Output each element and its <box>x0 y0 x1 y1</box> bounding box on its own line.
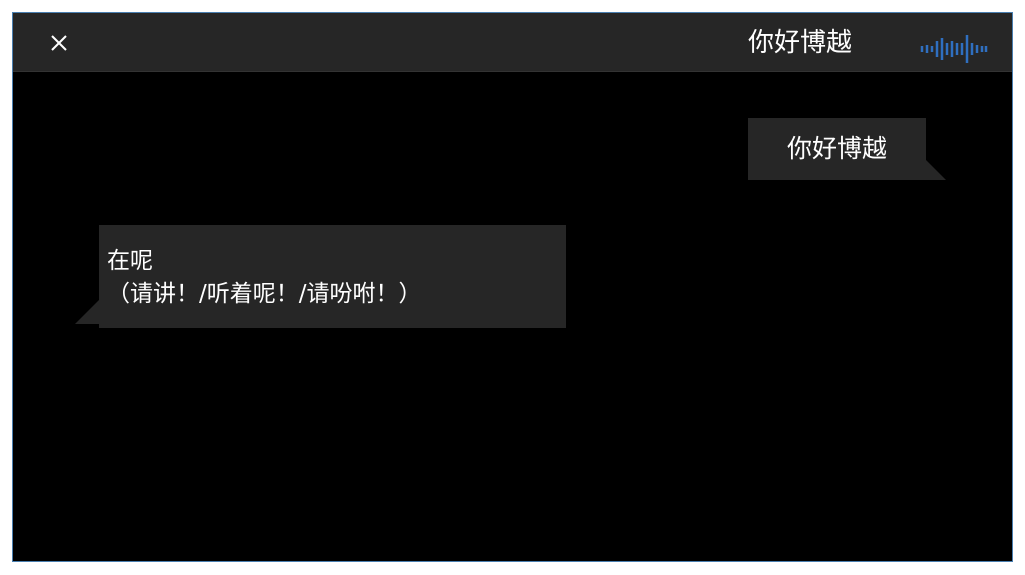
assistant-reply-line-1: 在呢 <box>107 248 153 274</box>
recognized-speech-title: 你好博越 <box>747 28 852 58</box>
close-icon <box>51 35 67 51</box>
voice-wave-icon[interactable] <box>920 35 988 63</box>
title-bar: 你好博越 <box>13 13 1012 72</box>
assistant-reply-bubble: 在呢 （请讲！/听着呢！/请吩咐！） <box>99 225 566 328</box>
close-button[interactable] <box>45 29 73 57</box>
assistant-reply-line-2: （请讲！/听着呢！/请吩咐！） <box>107 281 422 307</box>
user-message-text: 你好博越 <box>786 134 887 163</box>
assistant-bubble-tail <box>75 300 99 324</box>
voice-assistant-window: 你好博越 你好博越 在呢 （请讲！/听着呢！/请吩咐！） <box>12 12 1013 562</box>
user-bubble-tail <box>926 160 946 180</box>
user-message-bubble: 你好博越 <box>748 118 926 180</box>
